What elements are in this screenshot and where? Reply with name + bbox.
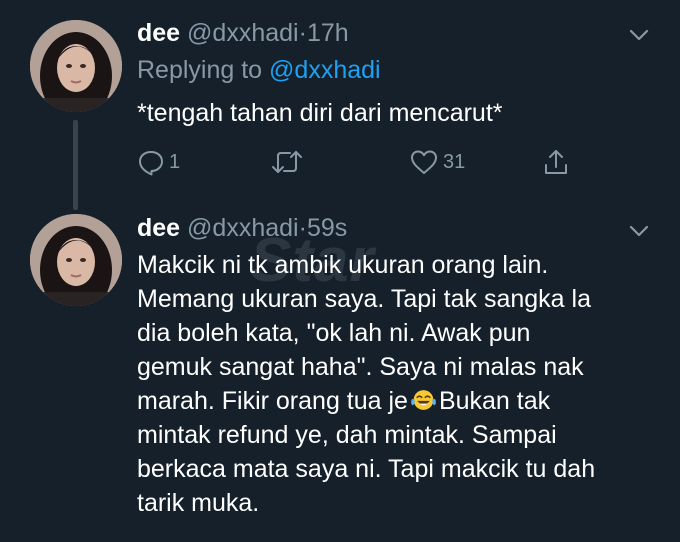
- tweet-text: *tengah tahan diri dari mencarut*: [137, 99, 503, 127]
- user-handle[interactable]: @dxxhadi: [187, 19, 299, 47]
- display-name[interactable]: dee: [137, 214, 180, 242]
- reply-count: 1: [169, 150, 181, 173]
- avatar[interactable]: [30, 214, 122, 306]
- tweet-text-line: tarik muka.: [137, 489, 260, 517]
- tweet-header: dee @dxxhadi·17h: [137, 18, 349, 48]
- tweet-text-line: mintak refund ye, dah mintak. Sampai: [137, 421, 557, 449]
- replying-to: Replying to @dxxhadi: [137, 55, 381, 85]
- reply-icon: [139, 151, 163, 176]
- tweet[interactable]: dee @dxxhadi·59s Makcik ni tk ambik ukur…: [0, 200, 680, 542]
- chevron-down-icon[interactable]: [628, 220, 650, 242]
- chevron-down-icon[interactable]: [628, 24, 650, 46]
- mention-link[interactable]: @dxxhadi: [269, 56, 381, 84]
- tweet-header: dee @dxxhadi·59s: [137, 213, 347, 243]
- tweet-text-line: dia boleh kata, "ok lah ni. Awak pun: [137, 319, 531, 347]
- retweet-button[interactable]: [271, 145, 307, 179]
- tweet-text-segment: marah. Fikir orang tua je: [137, 387, 408, 415]
- face-with-tears-of-joy-icon: [411, 390, 436, 410]
- timestamp[interactable]: 59s: [307, 214, 347, 242]
- tweet[interactable]: dee @dxxhadi·17h Replying to @dxxhadi *t…: [0, 0, 680, 210]
- tweet-text: Makcik ni tk ambik ukuran orang lain. Me…: [137, 248, 657, 520]
- avatar[interactable]: [30, 20, 122, 112]
- tweet-text-segment: Bukan tak: [438, 387, 551, 415]
- share-button[interactable]: [542, 145, 570, 179]
- tweet-text-line: berkaca mata saya ni. Tapi makcik tu dah: [137, 455, 596, 483]
- like-button[interactable]: 31: [409, 145, 465, 179]
- tweet-text-line: gemuk sangat haha". Saya ni malas nak: [137, 353, 584, 381]
- replying-prefix: Replying to: [137, 56, 263, 84]
- timestamp[interactable]: 17h: [307, 19, 349, 47]
- display-name[interactable]: dee: [137, 19, 180, 47]
- tweet-text-line: marah. Fikir orang tua je Bukan tak: [137, 384, 657, 418]
- share-icon: [545, 150, 567, 174]
- tweet-text-line: Memang ukuran saya. Tapi tak sangka la: [137, 285, 591, 313]
- user-handle[interactable]: @dxxhadi: [187, 214, 299, 242]
- separator: ·: [298, 214, 307, 242]
- like-count: 31: [443, 150, 466, 173]
- separator: ·: [298, 19, 307, 47]
- thread-connector: [73, 120, 78, 210]
- reply-button[interactable]: 1: [137, 145, 180, 179]
- heart-icon: [411, 150, 437, 174]
- tweet-text-line: Makcik ni tk ambik ukuran orang lain.: [137, 251, 549, 279]
- retweet-icon: [272, 151, 302, 173]
- tweet-actions: 1 31: [137, 145, 587, 179]
